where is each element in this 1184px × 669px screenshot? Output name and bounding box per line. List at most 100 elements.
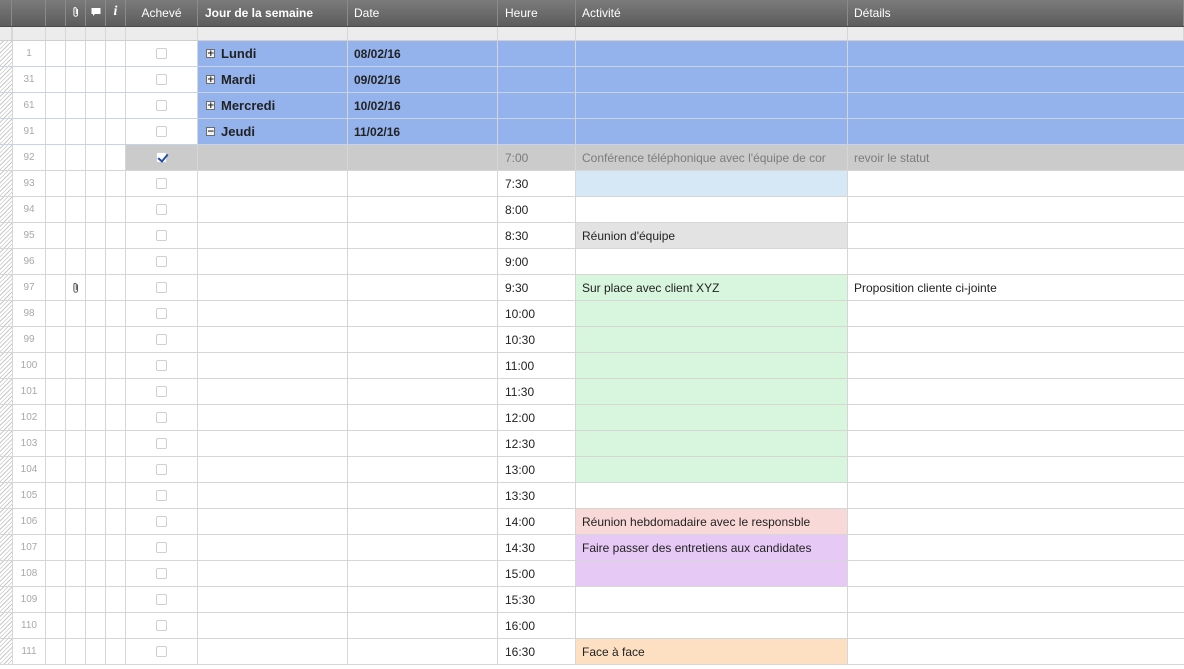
weekday-cell[interactable]: [198, 249, 348, 274]
row-info-cell[interactable]: [106, 171, 126, 196]
weekday-cell[interactable]: [198, 587, 348, 612]
row-comment-cell[interactable]: [86, 405, 106, 430]
row-drag-handle[interactable]: [0, 405, 12, 430]
activity-cell[interactable]: [576, 119, 848, 144]
row-attach-cell[interactable]: [46, 145, 66, 170]
done-cell[interactable]: [126, 249, 198, 274]
details-cell[interactable]: [848, 379, 1184, 404]
details-cell[interactable]: [848, 119, 1184, 144]
row-comment-cell[interactable]: [86, 197, 106, 222]
row-attach-cell[interactable]: [66, 145, 86, 170]
row-comment-cell[interactable]: [86, 145, 106, 170]
done-checkbox[interactable]: [156, 464, 167, 475]
row-attach-cell[interactable]: [66, 327, 86, 352]
done-checkbox[interactable]: [156, 308, 167, 319]
row-comment-cell[interactable]: [86, 483, 106, 508]
row-info-cell[interactable]: [106, 67, 126, 92]
row-attach-cell[interactable]: [66, 275, 86, 300]
done-checkbox[interactable]: [156, 620, 167, 631]
details-cell[interactable]: [848, 249, 1184, 274]
activity-cell[interactable]: [576, 197, 848, 222]
done-checkbox[interactable]: [156, 646, 167, 657]
weekday-cell[interactable]: + Lundi: [198, 41, 348, 66]
done-checkbox[interactable]: [156, 594, 167, 605]
hour-cell[interactable]: 16:30: [498, 639, 576, 664]
weekday-cell[interactable]: [198, 509, 348, 534]
date-cell[interactable]: [348, 405, 498, 430]
details-cell[interactable]: [848, 457, 1184, 482]
done-cell[interactable]: [126, 327, 198, 352]
row-attach-cell[interactable]: [46, 639, 66, 664]
details-cell[interactable]: [848, 67, 1184, 92]
table-row[interactable]: 92 7:00 Conférence téléphonique avec l'é…: [0, 145, 1184, 171]
hour-cell[interactable]: 13:00: [498, 457, 576, 482]
row-info-cell[interactable]: [106, 639, 126, 664]
table-row[interactable]: 111 16:30 Face à face: [0, 639, 1184, 665]
done-cell[interactable]: [126, 353, 198, 378]
hour-cell[interactable]: 14:30: [498, 535, 576, 560]
row-attach-cell[interactable]: [66, 379, 86, 404]
weekday-cell[interactable]: [198, 483, 348, 508]
date-cell[interactable]: [348, 535, 498, 560]
row-comment-cell[interactable]: [86, 509, 106, 534]
done-cell[interactable]: [126, 93, 198, 118]
table-row[interactable]: 108 15:00: [0, 561, 1184, 587]
activity-cell[interactable]: Sur place avec client XYZ: [576, 275, 848, 300]
row-attach-cell[interactable]: [46, 509, 66, 534]
done-cell[interactable]: [126, 405, 198, 430]
row-comment-cell[interactable]: [86, 67, 106, 92]
weekday-cell[interactable]: + Mercredi: [198, 93, 348, 118]
weekday-cell[interactable]: [198, 457, 348, 482]
row-info-cell[interactable]: [106, 249, 126, 274]
done-cell[interactable]: [126, 145, 198, 170]
weekday-cell[interactable]: [198, 275, 348, 300]
row-drag-handle[interactable]: [0, 639, 12, 664]
row-info-cell[interactable]: [106, 301, 126, 326]
row-comment-cell[interactable]: [86, 379, 106, 404]
header-activity[interactable]: Activité: [576, 0, 848, 26]
header-date[interactable]: Date: [348, 0, 498, 26]
row-attach-cell[interactable]: [46, 587, 66, 612]
weekday-cell[interactable]: [198, 353, 348, 378]
row-attach-cell[interactable]: [46, 327, 66, 352]
row-attach-cell[interactable]: [66, 613, 86, 638]
row-comment-cell[interactable]: [86, 431, 106, 456]
row-attach-cell[interactable]: [66, 223, 86, 248]
row-attach-cell[interactable]: [46, 41, 66, 66]
date-cell[interactable]: 08/02/16: [348, 41, 498, 66]
date-cell[interactable]: [348, 457, 498, 482]
row-attach-cell[interactable]: [46, 457, 66, 482]
row-comment-cell[interactable]: [86, 613, 106, 638]
row-attach-cell[interactable]: [66, 639, 86, 664]
activity-cell[interactable]: [576, 301, 848, 326]
expand-toggle-icon[interactable]: +: [206, 101, 215, 111]
date-cell[interactable]: [348, 301, 498, 326]
hour-cell[interactable]: 9:00: [498, 249, 576, 274]
row-drag-handle[interactable]: [0, 457, 12, 482]
activity-cell[interactable]: [576, 457, 848, 482]
activity-cell[interactable]: [576, 587, 848, 612]
activity-cell[interactable]: [576, 67, 848, 92]
header-weekday[interactable]: Jour de la semaine: [198, 0, 348, 26]
row-info-cell[interactable]: [106, 535, 126, 560]
done-cell[interactable]: [126, 67, 198, 92]
table-row[interactable]: 102 12:00: [0, 405, 1184, 431]
table-row[interactable]: 99 10:30: [0, 327, 1184, 353]
row-comment-cell[interactable]: [86, 93, 106, 118]
details-cell[interactable]: [848, 483, 1184, 508]
row-comment-cell[interactable]: [86, 561, 106, 586]
row-drag-handle[interactable]: [0, 561, 12, 586]
table-row[interactable]: 101 11:30: [0, 379, 1184, 405]
row-info-cell[interactable]: [106, 145, 126, 170]
activity-cell[interactable]: Conférence téléphonique avec l'équipe de…: [576, 145, 848, 170]
row-drag-handle[interactable]: [0, 275, 12, 300]
hour-cell[interactable]: 16:00: [498, 613, 576, 638]
done-cell[interactable]: [126, 613, 198, 638]
weekday-cell[interactable]: + Mardi: [198, 67, 348, 92]
hour-cell[interactable]: [498, 119, 576, 144]
details-cell[interactable]: [848, 535, 1184, 560]
row-info-cell[interactable]: [106, 587, 126, 612]
row-attach-cell[interactable]: [66, 431, 86, 456]
activity-cell[interactable]: [576, 379, 848, 404]
done-checkbox[interactable]: [156, 178, 167, 189]
